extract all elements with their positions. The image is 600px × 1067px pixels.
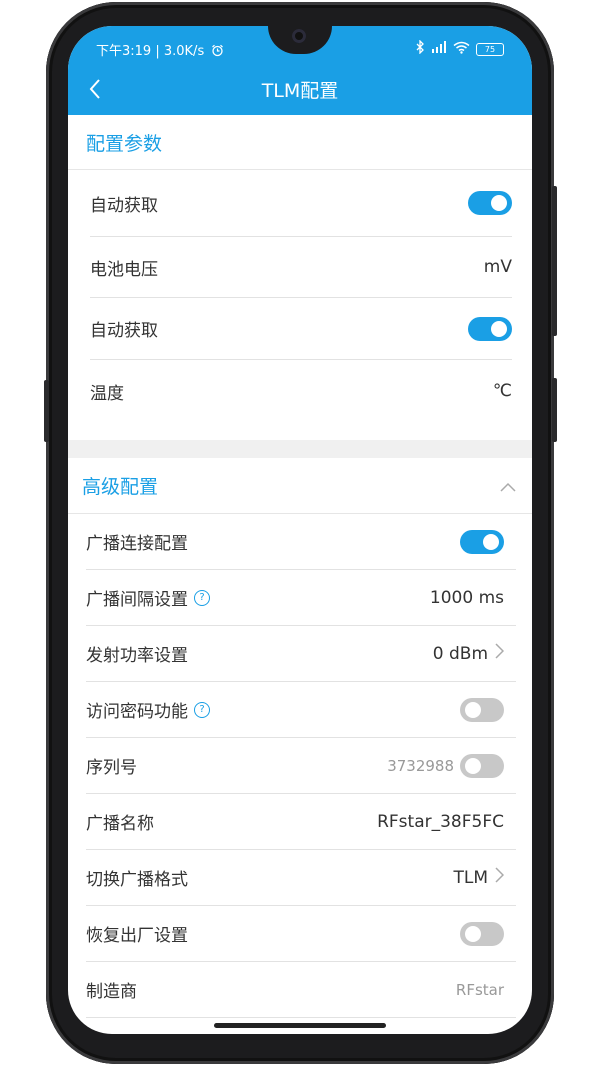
row-label: 切换广播格式 [86,870,188,890]
title-bar: TLM配置 [68,74,532,104]
alarm-icon [208,44,224,59]
wifi-icon [453,41,470,58]
adv-row-broadcast-connect: 广播连接配置 [86,514,516,570]
auto-fetch-toggle-1[interactable] [468,191,512,215]
side-button [552,378,557,442]
row-label: 自动获取 [90,195,158,216]
toggle-knob [483,533,499,550]
config-params-header: 配置参数 [68,115,532,170]
bluetooth-icon [416,39,425,58]
row-label: 制造商 [86,982,137,1002]
config-row-auto-fetch-2: 自动获取 [90,298,512,360]
broadcast-interval-value: 1000 ms [429,587,504,608]
row-label-wrap: 访问密码功能 ? [86,697,210,722]
serial-number-toggle[interactable] [460,753,504,778]
help-icon[interactable]: ? [194,701,210,718]
row-label: 广播间隔设置 [86,590,188,610]
adv-row-access-password: 访问密码功能 ? [86,682,516,738]
config-row-battery-voltage: 电池电压 mV [90,237,512,298]
row-label: 自动获取 [90,321,158,341]
screen: 下午3:19 | 3.0K/s 75 TLM配置 配置参数 自动获取 电池电压 … [68,26,532,1034]
chevron-right-icon [494,643,505,664]
row-label: 广播连接配置 [86,534,188,554]
row-label: 发射功率设置 [86,646,188,666]
config-row-auto-fetch-1: 自动获取 [90,170,512,237]
signal-icon [431,41,447,57]
broadcast-name-value: RFstar_38F5FC [377,811,504,832]
factory-reset-toggle[interactable] [460,921,504,946]
row-label: 温度 [90,383,124,404]
tx-power-value: 0 dBm [432,643,488,664]
toggle-knob [465,925,481,942]
adv-row-factory-reset: 恢复出厂设置 [86,906,516,962]
adv-row-broadcast-name[interactable]: 广播名称 RFstar_38F5FC [86,794,516,850]
adv-row-broadcast-interval[interactable]: 广播间隔设置 ? 1000 ms [86,570,516,626]
chevron-up-icon[interactable] [500,475,516,497]
format-wrap: TLM [453,867,505,888]
config-params-title: 配置参数 [86,132,163,155]
adv-row-tx-power[interactable]: 发射功率设置 0 dBm [86,626,516,682]
serial-number-value: 3732988 [387,756,454,775]
help-icon[interactable]: ? [194,589,210,606]
status-time: 下午3:19 [96,43,152,59]
row-label: 序列号 [86,758,137,778]
battery-icon: 75 [476,42,504,56]
adv-row-manufacturer: 制造商 RFstar [86,962,516,1018]
row-label: 电池电压 [90,259,158,280]
temperature-value: ℃ [492,381,512,401]
power-button [552,186,557,336]
status-left: 下午3:19 | 3.0K/s [96,40,224,59]
toggle-knob [465,701,481,718]
serial-wrap: 3732988 [387,753,504,778]
back-arrow-icon[interactable] [84,77,108,101]
status-right: 75 [416,39,504,58]
tx-power-wrap: 0 dBm [432,643,505,664]
access-password-toggle[interactable] [460,697,504,722]
row-label-wrap: 广播间隔设置 ? [86,585,210,610]
broadcast-connect-toggle[interactable] [460,529,504,554]
toggle-knob [491,320,507,337]
advanced-title: 高级配置 [82,476,159,498]
row-label: 恢复出厂设置 [86,926,188,946]
home-indicator[interactable] [214,1023,386,1028]
volume-button [44,380,49,442]
adv-row-serial-number: 序列号 3732988 [86,738,516,794]
status-speed: 3.0K/s [163,43,205,59]
section-divider [68,440,532,458]
row-label: 广播名称 [86,814,154,834]
toggle-knob [491,195,507,211]
config-row-temperature: 温度 ℃ [90,360,512,422]
chevron-right-icon [494,867,505,888]
battery-voltage-value: mV [483,257,512,277]
format-value: TLM [453,867,488,888]
camera-icon [292,29,306,43]
page-title: TLM配置 [261,79,339,102]
auto-fetch-toggle-2[interactable] [468,316,512,341]
manufacturer-value: RFstar [455,980,504,999]
adv-row-switch-format[interactable]: 切换广播格式 TLM [86,850,516,906]
advanced-header[interactable]: 高级配置 [68,458,532,514]
toggle-knob [465,757,481,774]
row-label: 访问密码功能 [86,702,188,722]
